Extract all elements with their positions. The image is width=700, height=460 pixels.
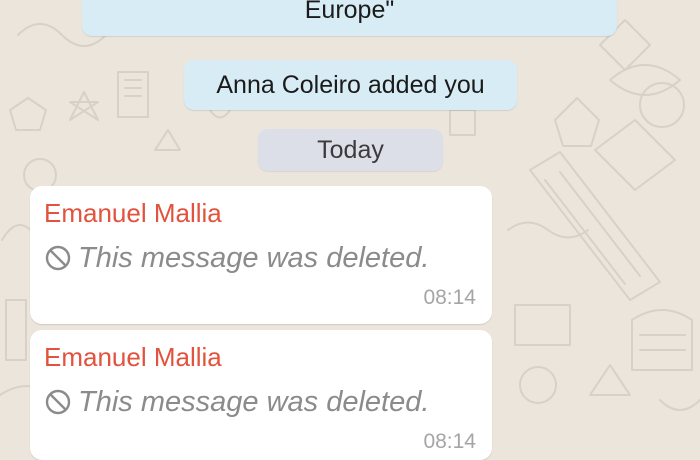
added-notice-bubble: Anna Coleiro added you — [184, 60, 517, 110]
message-body: This message was deleted. — [44, 241, 429, 275]
deleted-circle-icon — [44, 244, 72, 272]
date-separator-label: Today — [317, 136, 384, 164]
message-bubble[interactable]: Emanuel Mallia This message was deleted.… — [30, 186, 492, 324]
message-body: This message was deleted. — [44, 385, 429, 419]
added-notice-text: Anna Coleiro added you — [216, 71, 485, 99]
deleted-message-text: This message was deleted. — [78, 386, 430, 418]
message-timestamp: 08:14 — [423, 430, 476, 453]
group-description-text: Europe" — [304, 0, 395, 24]
date-separator: Today — [258, 129, 443, 171]
group-description-bubble: Europe" — [82, 0, 617, 36]
message-timestamp: 08:14 — [423, 286, 476, 309]
deleted-message-text: This message was deleted. — [78, 242, 430, 274]
deleted-circle-icon — [44, 388, 72, 416]
sender-name[interactable]: Emanuel Mallia — [44, 342, 222, 372]
sender-name[interactable]: Emanuel Mallia — [44, 198, 222, 228]
